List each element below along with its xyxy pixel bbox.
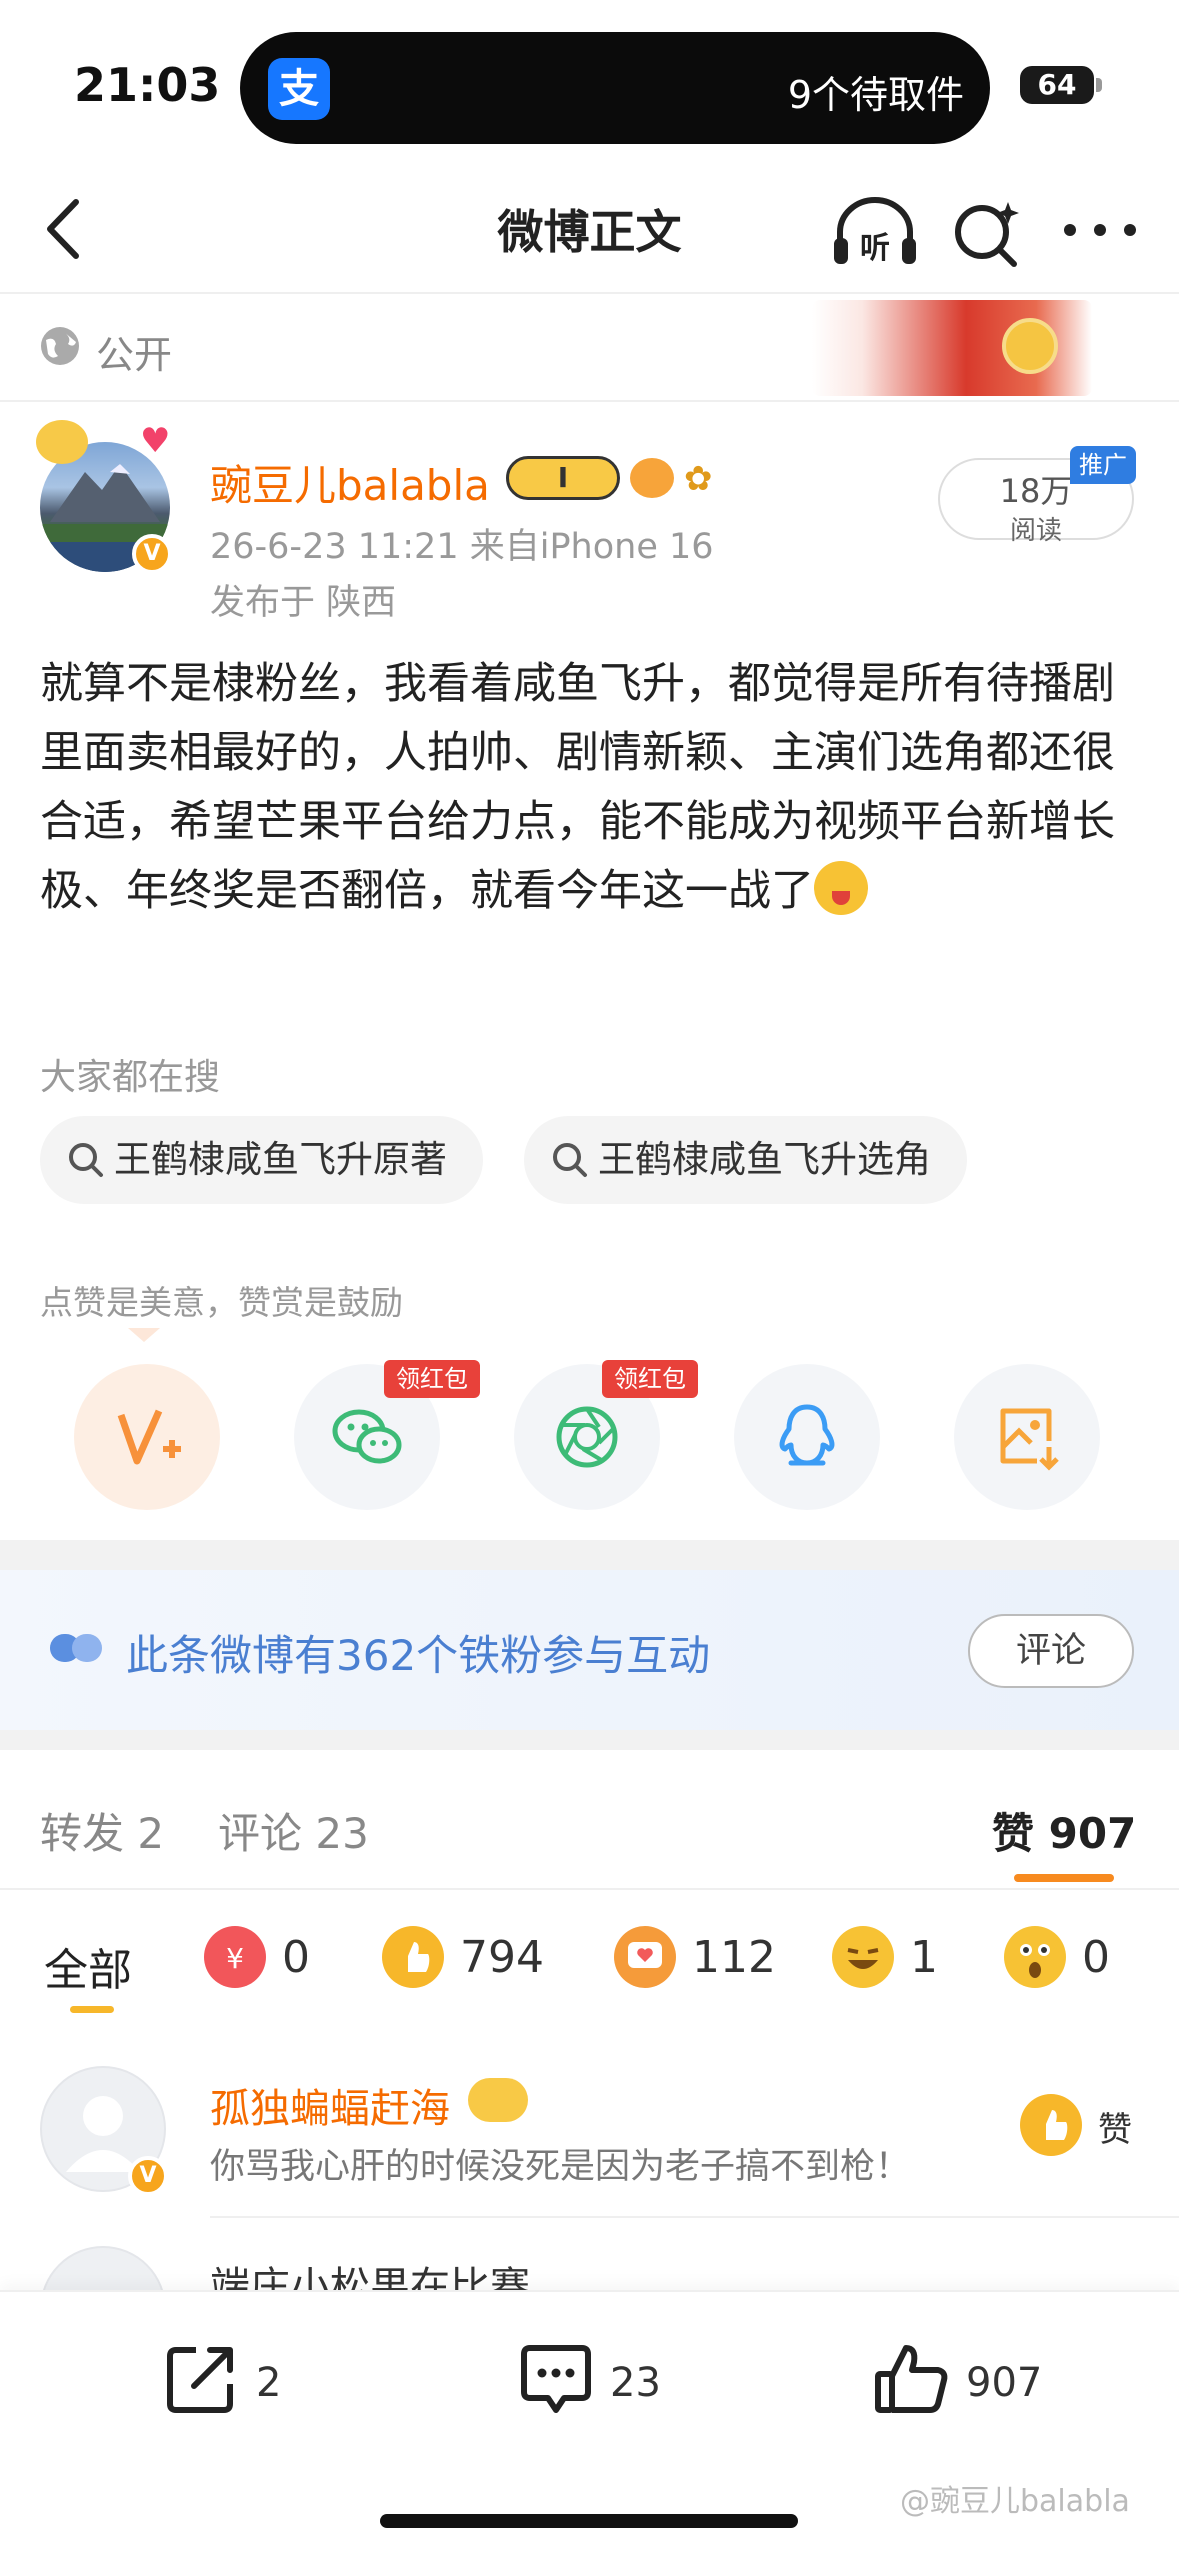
status-bar: 21:03 支 9个待取件 64 [0,0,1179,170]
hot-search-title: 大家都在搜 [40,1057,221,1098]
globe-icon [38,324,82,368]
member-level: I [557,461,569,494]
crown-badge-icon[interactable] [468,2078,528,2122]
thumbs-up-icon[interactable] [1020,2094,1082,2156]
post-location: 发布于 陕西 [210,583,397,623]
repost-icon [167,2347,233,2413]
reaction-count: 0 [282,1932,310,1983]
flower-badge-icon[interactable]: ✿ [684,458,724,500]
post-body: 就算不是棣粉丝，我看着咸鱼飞升，都觉得是所有待播剧里面卖相最好的，人拍帅、剧情新… [40,650,1130,926]
tab-like[interactable]: 赞 907 [992,1800,1136,1861]
surprise-icon [1004,1926,1066,1988]
search-icon [69,1143,103,1177]
wechat-icon [332,1409,402,1464]
thumbs-up-icon [875,2345,948,2413]
like-action-button[interactable]: 907 [872,2338,1072,2428]
repost-button[interactable]: 2 [162,2338,322,2428]
member-crown-badge[interactable]: I [506,456,620,500]
fans-interaction-text: 此条微博有362个铁粉参与互动 [126,1631,711,1680]
battery-tip [1096,78,1102,92]
battery-icon: 64 [1020,66,1094,104]
praise-text: 点赞是美意，赞赏是鼓励 [40,1283,403,1322]
heart-decoration-icon: ♥ [140,421,171,461]
divider [0,1888,1179,1890]
comment-text: 你骂我心肝的时候没死是因为老子搞不到枪！ [210,2147,911,2187]
visibility-label: 公开 [96,333,173,377]
hot-search-chip-label: 王鹤棣咸鱼飞升原著 [114,1138,447,1181]
dynamic-island[interactable]: 支 9个待取件 [240,32,990,144]
repost-count: 2 [256,2360,282,2406]
redpacket-tag[interactable]: 领红包 [384,1360,480,1398]
redpacket-tag[interactable]: 领红包 [602,1360,698,1398]
listen-label: 听 [860,231,890,266]
more-icon[interactable] [1060,218,1140,242]
like-label[interactable]: 赞 [1098,2102,1132,2151]
post-text: 就算不是棣粉丝，我看着咸鱼飞升，都觉得是所有待播剧里面卖相最好的，人拍帅、剧情新… [40,659,1115,916]
status-time: 21:03 [74,58,221,112]
section-separator [0,1730,1179,1750]
v-plus-icon [117,1409,181,1465]
hot-search-chip[interactable]: 王鹤棣咸鱼飞升选角 [524,1116,967,1204]
thumbs-up-icon [382,1926,444,1988]
live-activity-text: 9个待取件 [787,73,964,117]
reaction-count: 794 [460,1932,544,1983]
fans-icon [48,1630,104,1666]
divider [0,400,1179,402]
qq-icon [779,1404,835,1466]
promote-tag[interactable]: 推广 [1070,446,1136,484]
fans-interaction-bar[interactable]: 此条微博有362个铁粉参与互动 评论 [0,1570,1179,1730]
search-icon [553,1143,587,1177]
divider [210,2216,1179,2218]
home-indicator[interactable] [380,2514,798,2528]
reward-share-button[interactable] [74,1364,220,1510]
verified-badge: V [128,2156,168,2196]
tab-comment[interactable]: 评论 23 [218,1800,369,1861]
tongue-emoji-icon [814,861,868,915]
comment-icon [521,2345,591,2413]
reaction-count: 112 [692,1932,776,1983]
comment-count: 23 [610,2360,661,2406]
comment-action-button[interactable]: 23 [516,2338,696,2428]
reward-icon: ¥ [204,1926,266,1988]
author-name[interactable]: 豌豆儿balabla [210,452,490,513]
svg-text:¥: ¥ [226,1942,244,1975]
reaction-count: 0 [1082,1932,1110,1983]
nav-bar: 微博正文 听 [0,170,1179,290]
comment-button[interactable]: 评论 [968,1614,1134,1688]
read-label: 阅读 [1009,516,1062,546]
reaction-filter-all[interactable]: 全部 [44,1934,132,1998]
listen-icon[interactable]: 听 [830,192,920,272]
comment-author-name[interactable]: 孤独蝙蝠赶海 [210,2076,450,2134]
qq-share-button[interactable] [734,1364,880,1510]
reaction-count: 1 [910,1932,938,1983]
moments-icon [556,1406,618,1468]
visibility-row: 公开 [0,294,1179,400]
active-tab-indicator [1014,1874,1114,1882]
search-icon[interactable] [950,196,1026,272]
verified-badge: V [132,534,172,574]
emblem-icon [1002,318,1058,374]
cat-decoration-icon [36,420,88,464]
section-separator [0,1540,1179,1570]
alipay-icon: 支 [268,58,330,120]
watermark-text: @豌豆儿balabla [900,2484,1130,2519]
heart-icon [614,1926,676,1988]
promo-banner[interactable] [812,300,1092,396]
fish-badge-icon[interactable] [630,458,674,498]
save-image-share-button[interactable] [954,1364,1100,1510]
like-count: 907 [966,2360,1043,2406]
pointer-arrow [128,1328,160,1342]
save-image-icon [1000,1408,1059,1471]
tab-repost[interactable]: 转发 2 [40,1800,164,1861]
hot-search-chip[interactable]: 王鹤棣咸鱼飞升原著 [40,1116,483,1204]
reaction-filter-indicator [70,2006,114,2013]
laugh-icon [832,1926,894,1988]
hot-search-chip-label: 王鹤棣咸鱼飞升选角 [598,1138,931,1181]
post-date-source: 26-6-23 11:21 来自iPhone 16 [210,527,714,567]
